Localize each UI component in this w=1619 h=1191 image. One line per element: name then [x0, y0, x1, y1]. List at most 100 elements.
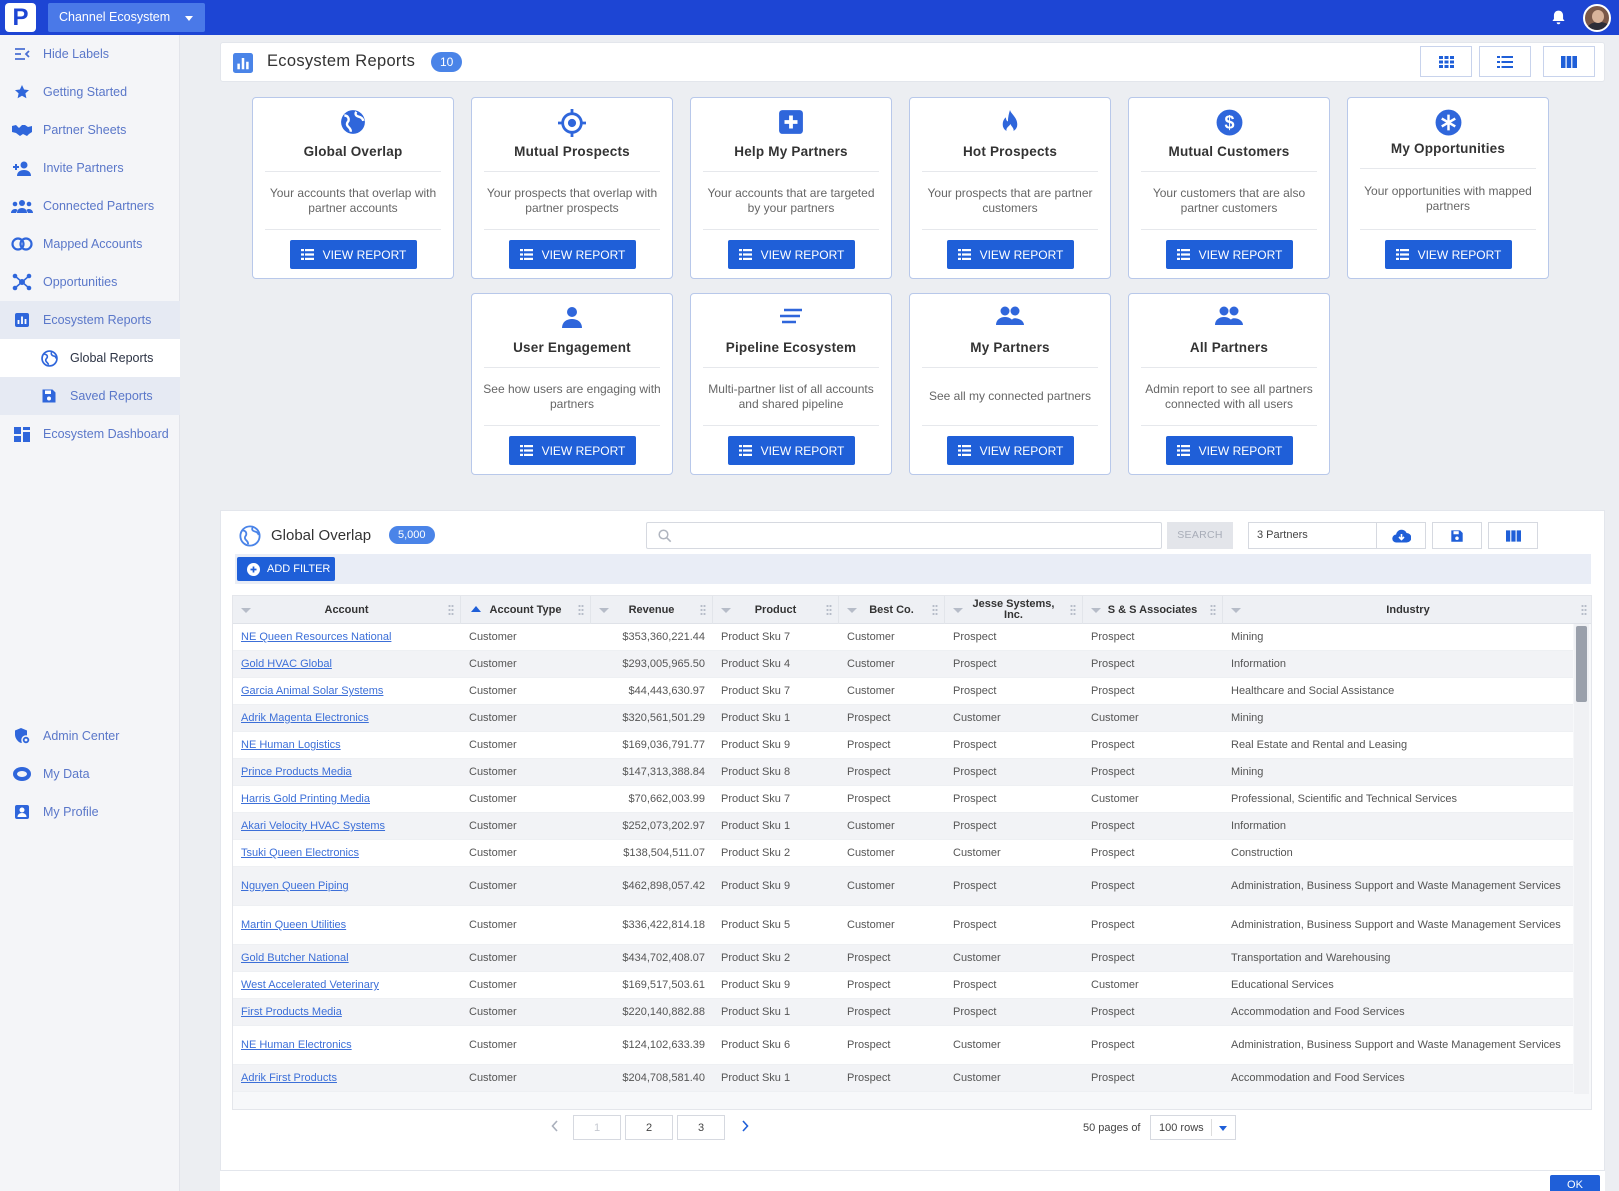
table-row[interactable]: Akari Velocity HVAC Systems Customer $252,… [233, 813, 1573, 840]
sidebar-item-my-profile[interactable]: My Profile [0, 793, 180, 831]
list-view-button[interactable] [1479, 46, 1531, 77]
drag-handle-icon[interactable] [1581, 604, 1587, 616]
search-input[interactable] [646, 522, 1162, 549]
drag-handle-icon[interactable] [932, 604, 938, 616]
column-header-product[interactable]: Product [713, 596, 839, 624]
account-link[interactable]: Adrik Magenta Electronics [233, 705, 461, 731]
table-row[interactable]: Adrik First Products Customer $204,708,581… [233, 1065, 1573, 1092]
view-report-button[interactable]: VIEW REPORT [509, 436, 636, 465]
account-link[interactable]: First Products Media [233, 999, 461, 1025]
page-button-2[interactable]: 2 [625, 1115, 673, 1140]
drag-handle-icon[interactable] [578, 604, 584, 616]
rows-per-page-select[interactable]: 100 rows [1150, 1115, 1236, 1140]
table-row[interactable]: Adrik Magenta Electronics Customer $320,56… [233, 705, 1573, 732]
sidebar-item-saved-reports[interactable]: Saved Reports [0, 377, 180, 415]
sidebar-item-global-reports[interactable]: Global Reports [0, 339, 180, 377]
grid-view-button[interactable] [1420, 46, 1472, 77]
view-report-button[interactable]: VIEW REPORT [1166, 436, 1293, 465]
sidebar-item-opportunities[interactable]: Opportunities [0, 263, 180, 301]
view-report-button[interactable]: VIEW REPORT [509, 240, 636, 269]
add-filter-button[interactable]: ADD FILTER [237, 557, 335, 581]
account-link[interactable]: Gold HVAC Global [233, 651, 461, 677]
table-cell: Product Sku 1 [721, 820, 791, 832]
account-link[interactable]: Garcia Animal Solar Systems [233, 678, 461, 704]
column-header-s-s-associates[interactable]: S & S Associates [1083, 596, 1223, 624]
save-report-button[interactable] [1432, 522, 1482, 549]
workspace-select[interactable]: Channel Ecosystem [48, 3, 205, 32]
grid-icon [1438, 55, 1454, 68]
view-report-button[interactable]: VIEW REPORT [1166, 240, 1293, 269]
users-icon [11, 197, 33, 215]
global-overlap-panel: Global Overlap 5,000 SEARCH 3 Partners A… [220, 510, 1605, 1182]
table-row[interactable]: Garcia Animal Solar Systems Customer $44,4… [233, 678, 1573, 705]
account-link[interactable]: Tsuki Queen Electronics [233, 840, 461, 866]
column-header-best-co[interactable]: Best Co. [839, 596, 945, 624]
view-report-button[interactable]: VIEW REPORT [947, 436, 1074, 465]
drag-handle-icon[interactable] [826, 604, 832, 616]
account-link[interactable]: NE Human Electronics [233, 1026, 461, 1064]
drag-handle-icon[interactable] [448, 604, 454, 616]
view-report-button[interactable]: VIEW REPORT [728, 436, 855, 465]
sidebar-item-partner-sheets[interactable]: Partner Sheets [0, 111, 180, 149]
sidebar-item-connected-partners[interactable]: Connected Partners [0, 187, 180, 225]
search-button[interactable]: SEARCH [1167, 522, 1233, 549]
vertical-scrollbar[interactable] [1574, 624, 1589, 1094]
table-row[interactable]: West Accelerated Veterinary Customer $169,… [233, 972, 1573, 999]
column-header-account[interactable]: Account [233, 596, 461, 624]
account-link[interactable]: Gold Butcher National [233, 945, 461, 971]
table-row[interactable]: Gold Butcher National Customer $434,702,40… [233, 945, 1573, 972]
sidebar-item-getting-started[interactable]: Getting Started [0, 73, 180, 111]
account-link[interactable]: NE Queen Resources National [233, 624, 461, 650]
column-header-jesse-systems[interactable]: Jesse Systems, Inc. [945, 596, 1083, 624]
download-button[interactable] [1376, 522, 1426, 549]
account-link[interactable]: West Accelerated Veterinary [233, 972, 461, 998]
column-header-revenue[interactable]: Revenue [591, 596, 713, 624]
table-row[interactable]: NE Queen Resources National Customer $353,… [233, 624, 1573, 651]
table-cell: Real Estate and Rental and Leasing [1231, 739, 1408, 751]
view-report-button[interactable]: VIEW REPORT [290, 240, 417, 269]
bell-icon[interactable] [1550, 9, 1567, 26]
table-row[interactable]: NE Human Electronics Customer $124,102,633… [233, 1026, 1573, 1065]
table-row[interactable]: First Products Media Customer $220,140,882… [233, 999, 1573, 1026]
sidebar-item-ecosystem-dashboard[interactable]: Ecosystem Dashboard [0, 415, 180, 453]
sidebar-item-my-data[interactable]: My Data [0, 755, 180, 793]
table-row[interactable]: NE Human Logistics Customer $169,036,791.7… [233, 732, 1573, 759]
table-cell: Prospect [953, 793, 997, 805]
ok-button[interactable]: OK [1550, 1175, 1600, 1191]
sidebar-item-admin-center[interactable]: Admin Center [0, 717, 180, 755]
drag-handle-icon[interactable] [700, 604, 706, 616]
account-link[interactable]: NE Human Logistics [233, 732, 461, 758]
view-report-button[interactable]: VIEW REPORT [947, 240, 1074, 269]
column-header-account-type[interactable]: Account Type [461, 596, 591, 624]
database-icon [11, 765, 33, 783]
table-row[interactable]: Nguyen Queen Piping Customer $462,898,057.… [233, 867, 1573, 906]
columns-view-button[interactable] [1543, 46, 1595, 77]
table-row[interactable]: Martin Queen Utilities Customer $336,422,8… [233, 906, 1573, 945]
page-button-1[interactable]: 1 [573, 1115, 621, 1140]
account-link[interactable]: Adrik First Products [233, 1065, 461, 1091]
account-link[interactable]: Akari Velocity HVAC Systems [233, 813, 461, 839]
account-link[interactable]: Nguyen Queen Piping [233, 867, 461, 905]
table-row[interactable]: Tsuki Queen Electronics Customer $138,504,… [233, 840, 1573, 867]
drag-handle-icon[interactable] [1210, 604, 1216, 616]
table-cell: Information [1231, 658, 1287, 670]
table-cell: Prospect [953, 685, 997, 697]
column-header-industry[interactable]: Industry [1223, 596, 1591, 624]
drag-handle-icon[interactable] [1070, 604, 1076, 616]
sidebar-item-invite-partners[interactable]: Invite Partners [0, 149, 180, 187]
view-report-button[interactable]: VIEW REPORT [1385, 240, 1512, 269]
app-logo[interactable]: P [5, 3, 36, 32]
account-link[interactable]: Prince Products Media [233, 759, 461, 785]
avatar[interactable] [1583, 4, 1611, 32]
table-row[interactable]: Gold HVAC Global Customer $293,005,965.50 P… [233, 651, 1573, 678]
view-report-button[interactable]: VIEW REPORT [728, 240, 855, 269]
account-link[interactable]: Harris Gold Printing Media [233, 786, 461, 812]
table-row[interactable]: Harris Gold Printing Media Customer $70,66… [233, 786, 1573, 813]
columns-button[interactable] [1488, 522, 1538, 549]
sidebar-item-hide-labels[interactable]: Hide Labels [0, 35, 180, 73]
table-row[interactable]: Prince Products Media Customer $147,313,38… [233, 759, 1573, 786]
page-button-3[interactable]: 3 [677, 1115, 725, 1140]
sidebar-item-mapped-accounts[interactable]: Mapped Accounts [0, 225, 180, 263]
account-link[interactable]: Martin Queen Utilities [233, 906, 461, 944]
sidebar-item-ecosystem-reports[interactable]: Ecosystem Reports [0, 301, 180, 339]
